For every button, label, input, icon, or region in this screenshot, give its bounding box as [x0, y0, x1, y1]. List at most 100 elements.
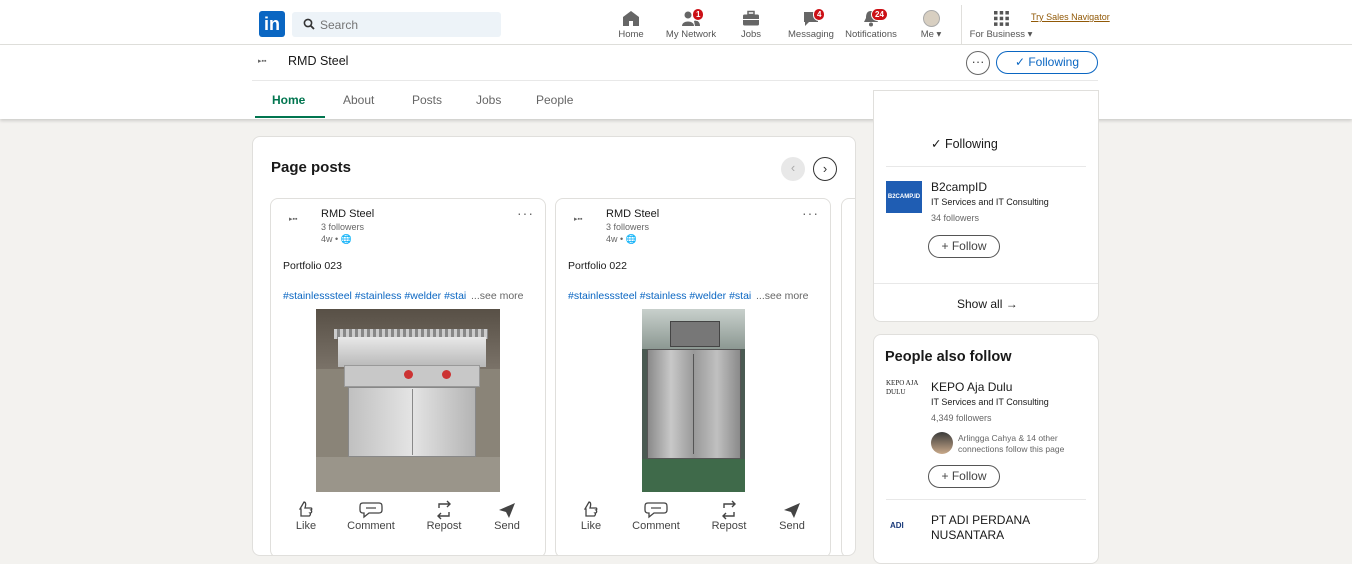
- plus-icon: +: [941, 239, 949, 253]
- carousel-prev-button[interactable]: ‹: [781, 157, 805, 181]
- see-more-link[interactable]: ...see more: [471, 290, 524, 302]
- thumbs-up-icon: [298, 501, 313, 517]
- comment-icon: [644, 502, 668, 519]
- post-author-name[interactable]: RMD Steel: [321, 208, 374, 220]
- page-posts-title: Page posts: [271, 159, 352, 176]
- nav-my-network[interactable]: 1 My Network: [661, 8, 721, 40]
- tab-people[interactable]: People: [536, 93, 573, 107]
- globe-icon: 🌐: [625, 234, 637, 244]
- thumbs-up-icon: [583, 501, 598, 517]
- nav-notifications[interactable]: 24 Notifications: [841, 8, 901, 40]
- post-more-button[interactable]: ···: [517, 205, 534, 221]
- nav-divider: [961, 5, 962, 45]
- network-badge: 1: [692, 8, 705, 21]
- post-hashtags[interactable]: #stainlesssteel #stainless #welder #stai: [283, 290, 468, 302]
- tab-jobs[interactable]: Jobs: [476, 93, 501, 107]
- post-card[interactable]: ▸▪▪ RMD Steel 3 followers 4w • 🌐 ··· Por…: [555, 198, 831, 555]
- nav-for-business-label: For Business ▾: [969, 29, 1033, 40]
- send-label: Send: [494, 520, 520, 532]
- adi-name[interactable]: PT ADI PERDANA NUSANTARA: [931, 513, 1081, 543]
- following-button[interactable]: ✓ Following: [996, 51, 1098, 74]
- send-icon: [784, 503, 800, 518]
- post-hashtags[interactable]: #stainlesssteel #stainless #welder #stai: [568, 290, 753, 302]
- people-also-follow-title: People also follow: [885, 349, 1012, 365]
- follow-button[interactable]: + Follow: [928, 235, 1000, 258]
- page-posts-card: Page posts ‹ › ▸▪▪ RMD Steel 3 followers…: [252, 136, 856, 556]
- repost-button[interactable]: Repost: [423, 500, 465, 532]
- active-tab-indicator: [255, 116, 325, 118]
- divider: [886, 499, 1086, 500]
- following-status[interactable]: ✓ Following: [931, 136, 998, 151]
- repost-icon: [722, 500, 736, 520]
- nav-messaging[interactable]: 4 Messaging: [781, 8, 841, 40]
- b2camp-logo[interactable]: B2CAMP.ID: [886, 181, 922, 213]
- divider: [252, 80, 1098, 81]
- post-age: 4w • 🌐: [321, 234, 352, 244]
- send-icon: [499, 503, 515, 518]
- nav-home-label: Home: [618, 29, 644, 40]
- show-all-link[interactable]: Show all →: [957, 297, 1018, 311]
- tab-about[interactable]: About: [343, 93, 374, 107]
- like-label: Like: [580, 520, 602, 532]
- nav-for-business[interactable]: For Business ▾: [966, 10, 1036, 40]
- post-author-logo: ▸▪▪: [289, 216, 298, 223]
- follow-button[interactable]: + Follow: [928, 465, 1000, 488]
- company-logo: ▸▪▪: [258, 58, 267, 65]
- post-title: Portfolio 023: [283, 260, 342, 272]
- people-also-follow-card: People also follow KEPO AJA DULU KEPO Aj…: [873, 334, 1099, 564]
- like-button[interactable]: Like: [576, 500, 606, 532]
- repost-label: Repost: [711, 520, 747, 532]
- adi-logo[interactable]: ADI: [890, 521, 904, 530]
- post-author-name[interactable]: RMD Steel: [606, 208, 659, 220]
- comment-button[interactable]: Comment: [630, 500, 682, 532]
- search-input[interactable]: [320, 12, 490, 37]
- b2camp-industry: IT Services and IT Consulting: [931, 197, 1049, 207]
- chevron-down-icon: ▾: [936, 29, 942, 40]
- divider: [874, 283, 1098, 284]
- chevron-down-icon: ▾: [1027, 29, 1033, 40]
- home-icon: [623, 11, 639, 26]
- grid-icon: [993, 11, 1009, 26]
- messaging-badge: 4: [813, 8, 826, 21]
- affiliated-pages-card: ✓ Following B2CAMP.ID B2campID IT Servic…: [873, 90, 1099, 322]
- like-button[interactable]: Like: [291, 500, 321, 532]
- post-card[interactable]: ▸▪▪ RMD Steel 3 followers 4w • 🌐 ··· Por…: [270, 198, 546, 555]
- kepo-logo[interactable]: KEPO AJA DULU: [886, 379, 922, 415]
- more-options-button[interactable]: ···: [966, 51, 990, 75]
- divider: [886, 166, 1086, 167]
- comment-icon: [359, 502, 383, 519]
- nav-me[interactable]: Me ▾: [901, 10, 961, 40]
- post-author-followers: 3 followers: [606, 222, 650, 232]
- nav-my-network-label: My Network: [665, 29, 717, 40]
- repost-label: Repost: [426, 520, 462, 532]
- sales-navigator-link[interactable]: Try Sales Navigator: [1031, 12, 1110, 22]
- tab-posts[interactable]: Posts: [412, 93, 442, 107]
- repost-button[interactable]: Repost: [708, 500, 750, 532]
- comment-button[interactable]: Comment: [345, 500, 397, 532]
- tab-home[interactable]: Home: [272, 93, 305, 107]
- linkedin-logo[interactable]: in: [259, 11, 285, 37]
- top-navigation-bar: in Home 1 My Network Jobs 4 Messaging 24…: [0, 0, 1352, 45]
- carousel-next-button[interactable]: ›: [813, 157, 837, 181]
- avatar-icon: [922, 10, 940, 27]
- globe-icon: 🌐: [340, 234, 352, 244]
- send-button[interactable]: Send: [492, 500, 522, 532]
- nav-jobs[interactable]: Jobs: [721, 10, 781, 40]
- check-icon: ✓: [931, 137, 942, 151]
- kepo-name[interactable]: KEPO Aja Dulu: [931, 380, 1012, 394]
- send-button[interactable]: Send: [777, 500, 807, 532]
- company-header-bar: ▸▪▪ RMD Steel ··· ✓ Following Home About…: [0, 45, 1352, 119]
- post-author-followers: 3 followers: [321, 222, 365, 232]
- comment-label: Comment: [347, 520, 395, 532]
- search-bar[interactable]: [292, 12, 501, 37]
- comment-label: Comment: [632, 520, 680, 532]
- b2camp-name[interactable]: B2campID: [931, 180, 987, 194]
- company-name: RMD Steel: [288, 54, 349, 68]
- nav-home[interactable]: Home: [601, 10, 661, 40]
- plus-icon: +: [941, 469, 949, 483]
- post-image-griddle-cabinet[interactable]: [316, 309, 500, 492]
- post-image-steel-cabinet[interactable]: [642, 309, 745, 492]
- post-more-button[interactable]: ···: [802, 205, 819, 221]
- see-more-link[interactable]: ...see more: [756, 290, 809, 302]
- kepo-connections: Arlingga Cahya & 14 other connections fo…: [958, 433, 1065, 454]
